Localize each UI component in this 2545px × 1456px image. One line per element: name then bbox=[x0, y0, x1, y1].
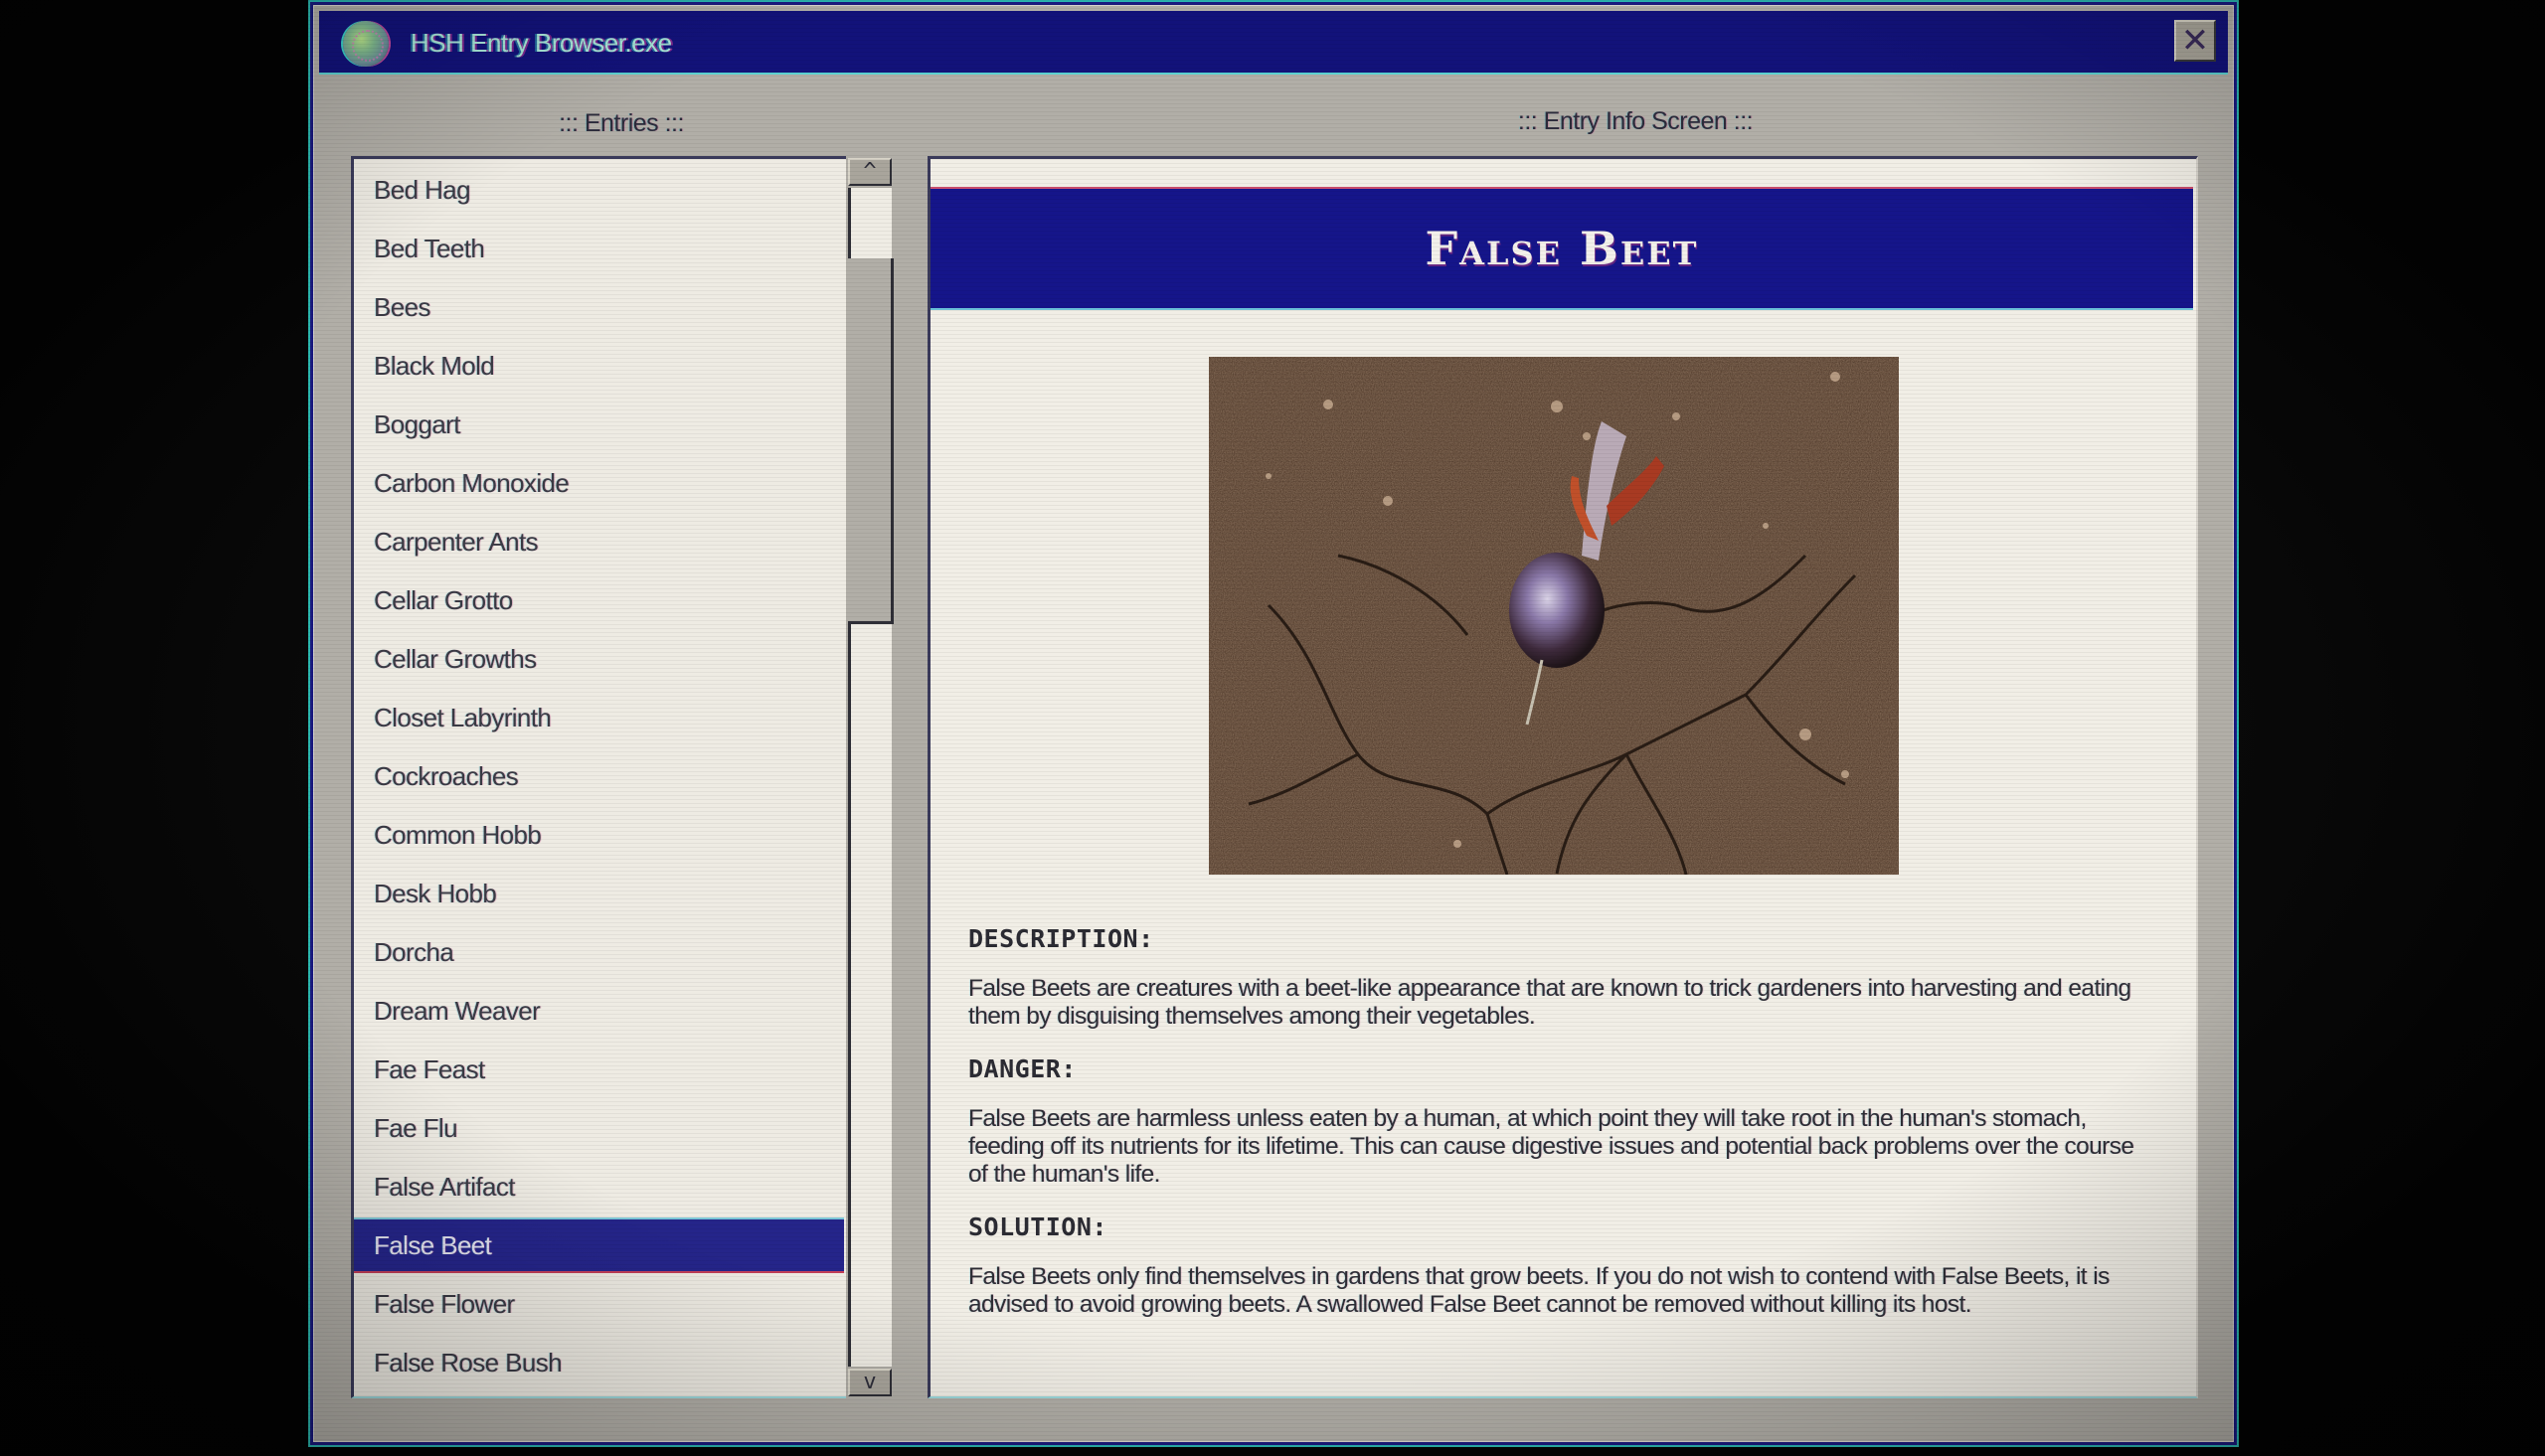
scroll-up-button[interactable]: ^ bbox=[848, 158, 892, 186]
danger-heading: DANGER: bbox=[968, 1054, 1077, 1083]
beet-bulb bbox=[1509, 553, 1605, 668]
list-item[interactable]: Dorcha bbox=[354, 924, 844, 980]
entry-info-label: ::: Entry Info Screen ::: bbox=[1517, 107, 1754, 135]
entry-browser-window: HSH Entry Browser.exe ✕ ::: Entries ::: … bbox=[310, 2, 2237, 1445]
list-item[interactable]: Desk Hobb bbox=[354, 866, 844, 921]
list-item[interactable]: Bed Hag bbox=[354, 162, 844, 218]
list-item-selected[interactable]: False Beet bbox=[354, 1217, 844, 1273]
list-item-label: Bed Teeth bbox=[374, 233, 485, 263]
danger-text: False Beets are harmless unless eaten by… bbox=[968, 1105, 2134, 1188]
list-item-label: Dream Weaver bbox=[374, 995, 541, 1026]
crt-screen: HSH Entry Browser.exe ✕ ::: Entries ::: … bbox=[0, 0, 2545, 1456]
list-item[interactable]: Carbon Monoxide bbox=[354, 455, 844, 511]
list-item-label: Carbon Monoxide bbox=[374, 467, 570, 498]
entry-details: DESCRIPTION: False Beets are creatures w… bbox=[968, 924, 2151, 1343]
list-item-label: Bees bbox=[374, 291, 430, 322]
list-item-label: False Flower bbox=[374, 1288, 515, 1319]
list-item-label: Fae Flu bbox=[374, 1112, 458, 1143]
list-item[interactable]: Cellar Growths bbox=[354, 631, 844, 687]
solution-heading: SOLUTION: bbox=[968, 1213, 1107, 1241]
entry-title-banner: False Beet bbox=[931, 187, 2193, 310]
entries-scrollbar[interactable]: ^ v bbox=[846, 156, 894, 1398]
list-item-label: Desk Hobb bbox=[374, 878, 497, 908]
list-item-label: Cellar Growths bbox=[374, 643, 537, 674]
list-item[interactable]: Bed Teeth bbox=[354, 221, 844, 276]
list-item-label: False Artifact bbox=[374, 1171, 515, 1202]
entries-list: Bed Hag Bed Teeth Bees Black Mold Boggart Car… bbox=[351, 156, 848, 1398]
close-x-icon: ✕ bbox=[2180, 21, 2210, 61]
entry-info-panel: False Beet DESCRIPTION: False Beets are … bbox=[928, 156, 2198, 1398]
list-item-label: Cockroaches bbox=[374, 760, 519, 791]
chevron-down-icon: v bbox=[863, 1370, 877, 1394]
list-item-label: Dorcha bbox=[374, 936, 454, 967]
list-item[interactable]: False Artifact bbox=[354, 1159, 844, 1214]
list-item[interactable]: Black Mold bbox=[354, 338, 844, 394]
list-item[interactable]: Fae Flu bbox=[354, 1100, 844, 1156]
list-item[interactable]: Boggart bbox=[354, 397, 844, 452]
list-item-label: Bed Hag bbox=[374, 174, 471, 205]
scroll-thumb[interactable] bbox=[848, 258, 894, 624]
list-item-label: False Beet bbox=[374, 1229, 492, 1260]
list-item[interactable]: Common Hobb bbox=[354, 807, 844, 863]
list-item[interactable]: Dream Weaver bbox=[354, 983, 844, 1039]
list-item-label: Fae Feast bbox=[374, 1053, 485, 1084]
list-item[interactable]: Cellar Grotto bbox=[354, 572, 844, 628]
entry-image bbox=[1209, 357, 1899, 875]
list-item-label: Carpenter Ants bbox=[374, 526, 539, 557]
list-item[interactable]: Fae Feast bbox=[354, 1042, 844, 1097]
list-item-label: Boggart bbox=[374, 408, 460, 439]
list-item[interactable]: Carpenter Ants bbox=[354, 514, 844, 569]
solution-text: False Beets only find themselves in gard… bbox=[968, 1263, 2110, 1318]
list-item[interactable]: Bees bbox=[354, 279, 844, 335]
list-item-label: Black Mold bbox=[374, 350, 495, 381]
beet-photo-illustration bbox=[1209, 357, 1899, 875]
window-title: HSH Entry Browser.exe bbox=[411, 28, 672, 58]
description-heading: DESCRIPTION: bbox=[968, 924, 1154, 953]
chevron-up-icon: ^ bbox=[863, 159, 877, 184]
list-item[interactable]: Cockroaches bbox=[354, 748, 844, 804]
scroll-down-button[interactable]: v bbox=[848, 1369, 892, 1396]
description-text: False Beets are creatures with a beet-li… bbox=[968, 975, 2131, 1030]
title-bar[interactable]: HSH Entry Browser.exe ✕ bbox=[319, 11, 2228, 75]
entries-label: ::: Entries ::: bbox=[559, 109, 684, 137]
list-item[interactable]: Closet Labyrinth bbox=[354, 690, 844, 745]
list-item-label: Closet Labyrinth bbox=[374, 702, 552, 732]
list-item-label: False Rose Bush bbox=[374, 1347, 563, 1377]
close-button[interactable]: ✕ bbox=[2174, 20, 2216, 62]
list-item-label: Cellar Grotto bbox=[374, 584, 513, 615]
scroll-track[interactable] bbox=[848, 188, 894, 1367]
list-item[interactable]: False Flower bbox=[354, 1276, 844, 1332]
list-item-label: Common Hobb bbox=[374, 819, 542, 850]
list-item[interactable]: False Rose Bush bbox=[354, 1335, 844, 1390]
globe-emblem-icon bbox=[343, 21, 389, 67]
entry-title: False Beet bbox=[1425, 222, 1699, 275]
